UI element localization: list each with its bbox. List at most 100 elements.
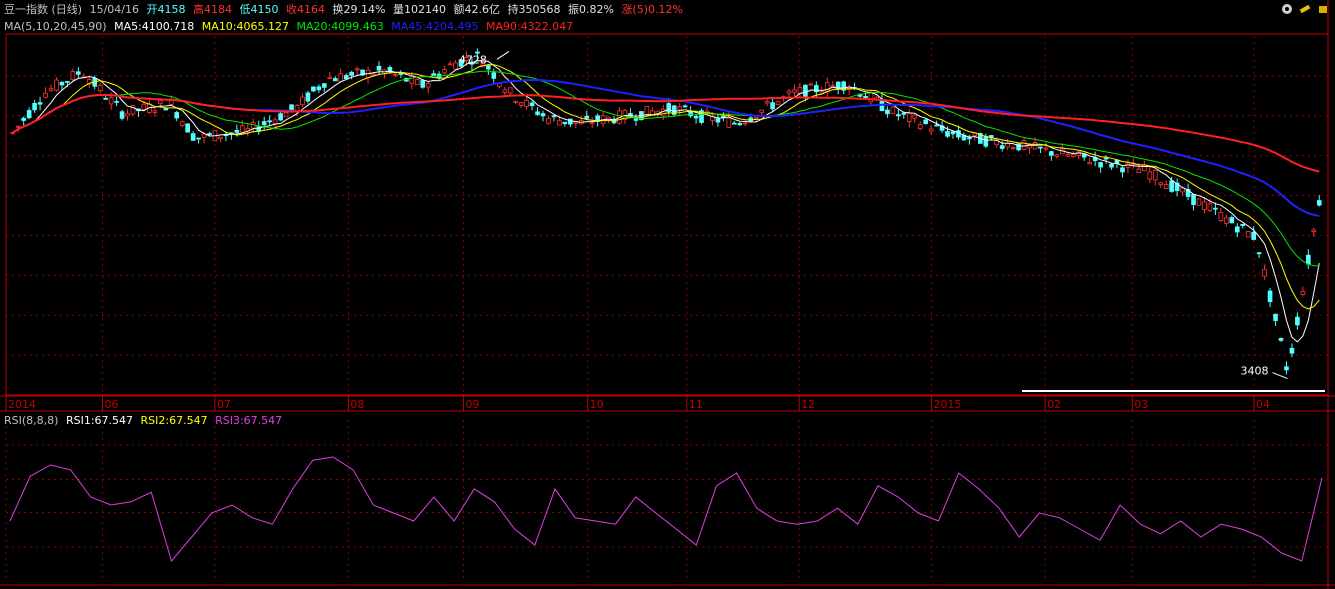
candle-body	[814, 85, 819, 93]
candle-body	[316, 86, 322, 91]
ma-legend: MA(5,10,20,45,90) MA5:4100.718 MA10:4065…	[4, 19, 577, 35]
candle-body	[786, 90, 792, 94]
candle-body	[1038, 146, 1043, 149]
candle-body	[283, 112, 289, 118]
candle-body	[119, 111, 125, 119]
candle-body	[535, 111, 540, 115]
candle-body	[677, 106, 682, 111]
candle-body	[1262, 269, 1267, 277]
hold-value: 持350568	[507, 3, 561, 16]
pencil-icon[interactable]	[1299, 3, 1311, 15]
candle-body	[1120, 167, 1125, 173]
high-value: 高4184	[193, 3, 232, 16]
candle-body	[1049, 151, 1054, 156]
candle-body	[1087, 162, 1092, 165]
price-panel-border	[5, 33, 1329, 396]
candle-body	[32, 102, 37, 111]
candle-body	[179, 121, 185, 126]
candle-body	[1251, 231, 1256, 240]
candle-body	[37, 102, 43, 105]
candle-body	[114, 101, 119, 103]
candle-body	[15, 125, 21, 128]
candle-body	[808, 83, 814, 86]
candle-body	[125, 113, 130, 117]
ma-label: MA(5,10,20,45,90)	[4, 20, 107, 33]
candle-body	[764, 101, 770, 104]
candle-body	[770, 102, 775, 110]
low-value: 低4150	[239, 3, 279, 16]
candle-body	[983, 136, 989, 147]
rsi-label: RSI(8,8,8)	[4, 414, 59, 427]
candle-body	[999, 145, 1005, 149]
rsi-legend: RSI(8,8,8) RSI1:67.547 RSI2:67.547 RSI3:…	[4, 413, 286, 429]
candle-body	[573, 121, 579, 124]
candle-body	[393, 74, 398, 76]
candle-body	[447, 63, 453, 66]
change-value: 涨(5)0.12%	[621, 3, 683, 16]
ma45-value: MA45:4204.495	[391, 20, 479, 33]
candle-body	[76, 71, 81, 75]
ma90-value: MA90:4322.047	[485, 20, 574, 33]
x-tick-label: 11	[689, 398, 703, 411]
thumbs-icon[interactable]	[1317, 3, 1329, 15]
annotation-high-pointer	[496, 51, 510, 60]
candle-body	[1163, 184, 1169, 190]
candle-body	[26, 110, 32, 119]
candle-body	[349, 71, 354, 76]
amount-value: 额42.6亿	[453, 3, 500, 16]
candle-body	[507, 87, 513, 94]
candle-body	[1152, 169, 1158, 181]
candle-body	[715, 118, 721, 123]
candle-body	[502, 89, 508, 93]
candle-body	[343, 75, 349, 80]
candle-body	[59, 81, 65, 86]
settings-icon[interactable]	[1281, 3, 1293, 15]
candle-body	[1224, 217, 1229, 224]
candle-body	[65, 81, 70, 83]
x-tick-label: 2015	[933, 398, 961, 411]
candle-body	[524, 99, 529, 107]
candle-body	[163, 107, 169, 111]
candle-body	[513, 101, 518, 103]
candle-body	[425, 82, 431, 88]
candle-body	[1256, 252, 1262, 255]
rsi-line	[9, 456, 1323, 563]
x-tick-label: 06	[105, 398, 119, 411]
candle-body	[950, 131, 956, 135]
candle-body	[589, 122, 595, 125]
candle-body	[562, 121, 568, 125]
candle-body	[1306, 254, 1311, 265]
candle-body	[1103, 157, 1109, 160]
candle-body	[1289, 347, 1295, 354]
candle-body	[185, 123, 190, 133]
candle-body	[1169, 180, 1174, 192]
candle-body	[1196, 198, 1202, 206]
candle-body	[1021, 140, 1027, 150]
rsi1-value: RSI1:67.547	[65, 414, 134, 427]
candle-body	[1065, 154, 1071, 157]
candle-body	[97, 85, 103, 91]
amplitude-value: 振0.82%	[567, 3, 614, 16]
x-tick-label: 08	[350, 398, 364, 411]
toolbar-icons	[1281, 3, 1329, 15]
candle-body	[1316, 200, 1322, 206]
candle-body	[633, 118, 639, 121]
candle-body	[289, 104, 294, 111]
candle-body	[896, 114, 901, 117]
candle-body	[1213, 207, 1218, 210]
candle-body	[1300, 291, 1306, 296]
ma5-value: MA5:4100.718	[114, 20, 195, 33]
candle-body	[158, 100, 163, 104]
candle-body	[540, 113, 546, 117]
candle-body	[1245, 231, 1251, 238]
candle-body	[732, 122, 737, 125]
candle-body	[322, 83, 327, 88]
candle-body	[332, 78, 338, 82]
candle-body	[1142, 164, 1147, 172]
candle-body	[568, 118, 573, 125]
candle-body	[376, 65, 382, 71]
ma20-value: MA20:4099.463	[296, 20, 384, 33]
candle-body	[21, 117, 26, 121]
candle-body	[240, 125, 245, 133]
candle-body	[923, 119, 928, 125]
